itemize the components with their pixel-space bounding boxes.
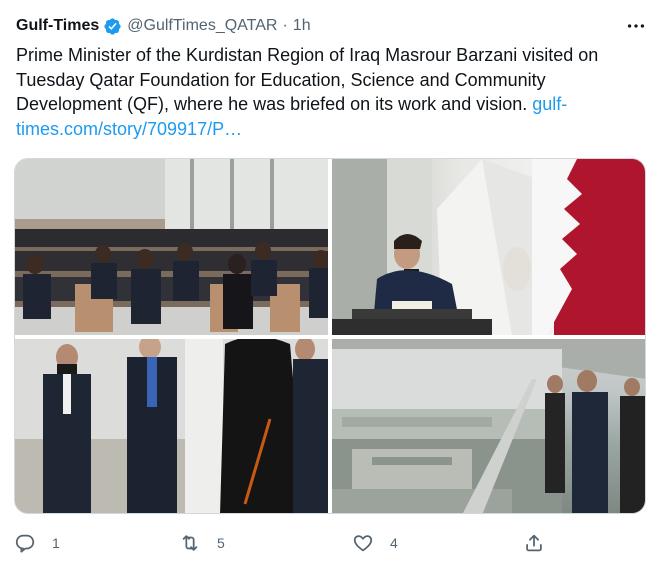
walking-delegation-photo[interactable] xyxy=(15,339,328,513)
separator-dot: · xyxy=(282,17,288,34)
tweet-actions: 1 5 4 xyxy=(0,525,668,561)
tweet-text: Prime Minister of the Kurdistan Region o… xyxy=(16,43,646,141)
more-options-button[interactable] xyxy=(624,14,648,38)
author-name[interactable]: Gulf-Times xyxy=(16,17,99,35)
like-count: 4 xyxy=(390,535,398,551)
retweet-icon xyxy=(182,535,198,551)
retweet-count: 5 xyxy=(217,535,225,551)
reply-count: 1 xyxy=(52,535,60,551)
retweet-button[interactable]: 5 xyxy=(179,525,225,561)
conference-hall-photo[interactable] xyxy=(15,159,328,335)
author-handle[interactable]: @GulfTimes_QATAR xyxy=(127,17,277,35)
reply-button[interactable]: 1 xyxy=(14,525,60,561)
reply-icon xyxy=(15,534,35,553)
share-button[interactable] xyxy=(523,525,545,561)
more-icon xyxy=(627,24,645,28)
signing-guestbook-photo[interactable] xyxy=(332,159,645,335)
verified-badge-icon xyxy=(104,17,121,35)
tweet-body: Prime Minister of the Kurdistan Region o… xyxy=(16,45,599,114)
like-button[interactable]: 4 xyxy=(352,525,398,561)
tweet-timestamp[interactable]: 1h xyxy=(293,17,311,35)
share-icon xyxy=(526,534,542,552)
balcony-view-photo[interactable] xyxy=(332,339,645,513)
media-grid xyxy=(14,158,646,514)
tweet-header: Gulf-Times @GulfTimes_QATAR · 1h xyxy=(16,14,311,38)
tweet-card[interactable]: Gulf-Times @GulfTimes_QATAR · 1h Prime M… xyxy=(0,0,668,574)
heart-icon xyxy=(353,535,373,552)
